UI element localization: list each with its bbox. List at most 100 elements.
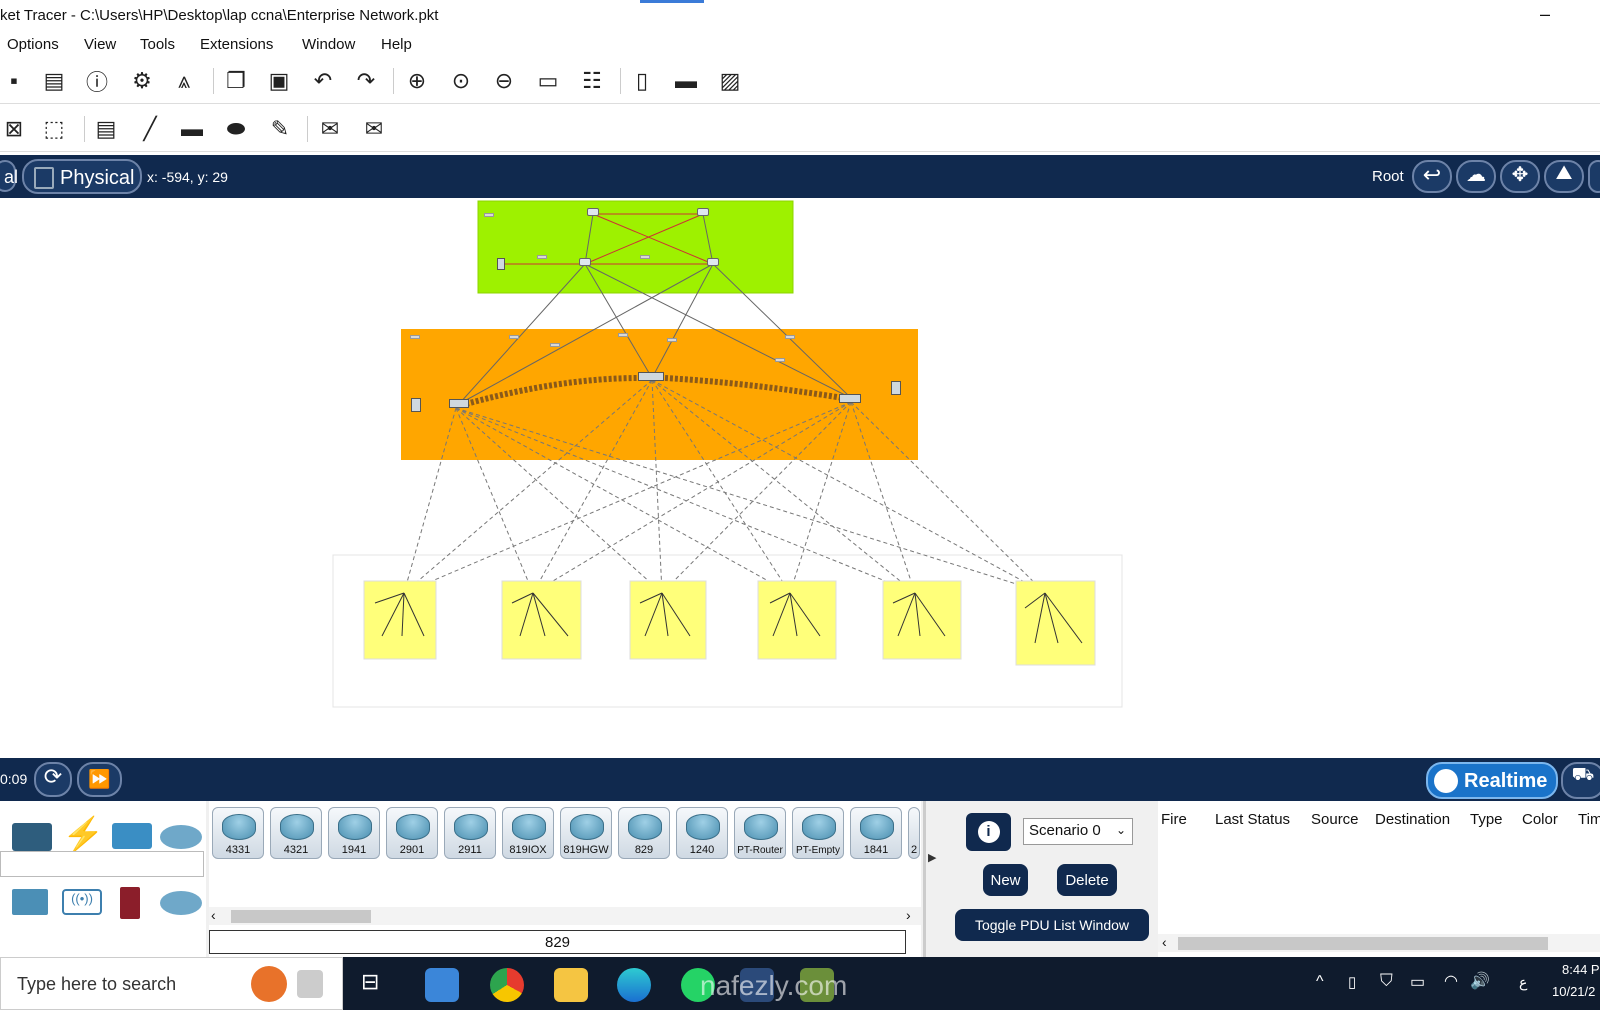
- wan-cloud-icon[interactable]: [160, 891, 202, 915]
- taskbar-search-box[interactable]: Type here to search: [0, 957, 343, 1010]
- pdu-col-source[interactable]: Source: [1311, 811, 1359, 828]
- edge-icon[interactable]: [617, 968, 651, 1002]
- zoom-out-icon[interactable]: ⊖: [490, 67, 518, 95]
- new-scenario-button[interactable]: New: [983, 864, 1028, 896]
- info-icon[interactable]: ⓘ: [83, 67, 111, 95]
- line-icon[interactable]: ╱: [136, 115, 164, 143]
- core-server[interactable]: [497, 258, 505, 270]
- store-icon[interactable]: [425, 968, 459, 1002]
- wireless-icon[interactable]: ((•)): [62, 889, 102, 915]
- pdu-col-color[interactable]: Color: [1522, 811, 1558, 828]
- toggle-pdu-list-button[interactable]: Toggle PDU List Window: [955, 909, 1149, 941]
- device-pt-router[interactable]: PT-Router: [734, 807, 786, 859]
- power-cycle-icon[interactable]: ⟳: [34, 762, 72, 797]
- delete-scenario-button[interactable]: Delete: [1057, 864, 1117, 896]
- device-1240[interactable]: 1240: [676, 807, 728, 859]
- chrome-icon[interactable]: [490, 968, 524, 1002]
- panel-divider[interactable]: [923, 801, 926, 957]
- image-icon[interactable]: ▨: [716, 67, 744, 95]
- device-1841[interactable]: 1841: [850, 807, 902, 859]
- scroll-left-icon[interactable]: ‹: [211, 907, 216, 923]
- zoom-reset-icon[interactable]: ⊙: [447, 67, 475, 95]
- activity-wizard-icon[interactable]: ⩓: [170, 67, 198, 95]
- pdu-col-fire[interactable]: Fire: [1161, 811, 1187, 828]
- pdu-col-destination[interactable]: Destination: [1375, 811, 1450, 828]
- add-complex-pdu-icon[interactable]: ✉: [360, 115, 388, 143]
- cluster-icon[interactable]: ☁: [1456, 160, 1496, 193]
- device-829[interactable]: 829: [618, 807, 670, 859]
- zoom-in-icon[interactable]: ⊕: [403, 67, 431, 95]
- scroll-thumb[interactable]: [231, 910, 371, 923]
- core-switch[interactable]: [707, 258, 719, 266]
- viewport-toggle[interactable]: [1588, 160, 1600, 193]
- taskbar-time[interactable]: 8:44 P: [1562, 962, 1600, 977]
- realtime-tab[interactable]: Realtime: [1426, 762, 1558, 799]
- device-list-scrollbar[interactable]: ‹ ›: [209, 907, 921, 925]
- file-explorer-icon[interactable]: [554, 968, 588, 1002]
- tray-chevron-icon[interactable]: ^: [1316, 973, 1324, 991]
- device-4331[interactable]: 4331: [212, 807, 264, 859]
- switch-icon[interactable]: [12, 889, 48, 915]
- language-indicator[interactable]: ع: [1519, 974, 1527, 991]
- palette-icon[interactable]: ☷: [578, 67, 606, 95]
- viewport-icon[interactable]: ▬: [672, 67, 700, 95]
- scroll-left-icon[interactable]: ‹: [1162, 934, 1167, 950]
- device-819iox[interactable]: 819IOX: [502, 807, 554, 859]
- rectangle-icon[interactable]: ▬: [178, 115, 206, 143]
- device-2901[interactable]: 2901: [386, 807, 438, 859]
- core-switch[interactable]: [579, 258, 591, 266]
- tray-volume-icon[interactable]: 🔊: [1470, 971, 1490, 991]
- core-router[interactable]: [697, 208, 709, 216]
- device-partial[interactable]: 2: [908, 807, 920, 859]
- freeform-icon[interactable]: ✎: [266, 115, 294, 143]
- logical-tab[interactable]: al: [0, 160, 18, 192]
- background-image-icon[interactable]: ⛰: [1544, 160, 1584, 193]
- device-2911[interactable]: 2911: [444, 807, 496, 859]
- network-devices-icon[interactable]: [12, 823, 52, 851]
- device-819hgw[interactable]: 819HGW: [560, 807, 612, 859]
- move-icon[interactable]: ✥: [1500, 160, 1540, 193]
- note-icon[interactable]: ▤: [92, 115, 120, 143]
- delete-icon[interactable]: ⊠: [0, 115, 28, 143]
- pdu-col-type[interactable]: Type: [1470, 811, 1503, 828]
- menu-tools[interactable]: Tools: [140, 36, 175, 53]
- physical-tab[interactable]: Physical: [22, 159, 142, 194]
- undo-icon[interactable]: ↶: [309, 67, 337, 95]
- tray-device-icon[interactable]: ▯: [1348, 973, 1356, 991]
- menu-view[interactable]: View: [84, 36, 116, 53]
- taskbar-date[interactable]: 10/21/2: [1552, 984, 1595, 999]
- device-1941[interactable]: 1941: [328, 807, 380, 859]
- scenario-select[interactable]: Scenario 0 ⌄: [1023, 818, 1133, 845]
- distribution-switch[interactable]: [449, 399, 469, 408]
- add-simple-pdu-icon[interactable]: ✉: [316, 115, 344, 143]
- fast-forward-icon[interactable]: ⏩: [77, 762, 122, 797]
- scroll-right-icon[interactable]: ›: [906, 907, 911, 923]
- pdu-col-last-status[interactable]: Last Status: [1215, 811, 1290, 828]
- device-pt-empty[interactable]: PT-Empty: [792, 807, 844, 859]
- save-icon[interactable]: ▪: [0, 67, 28, 95]
- custom-device-icon[interactable]: ▯: [628, 67, 656, 95]
- pdu-scrollbar[interactable]: ‹: [1158, 934, 1600, 952]
- security-icon[interactable]: [120, 887, 140, 919]
- redo-icon[interactable]: ↷: [352, 67, 380, 95]
- tray-battery-icon[interactable]: ▭: [1410, 972, 1425, 992]
- core-router[interactable]: [587, 208, 599, 216]
- device-search-box[interactable]: [0, 851, 204, 877]
- print-icon[interactable]: ▤: [40, 67, 68, 95]
- menu-options[interactable]: Options: [7, 36, 59, 53]
- panel-collapse-icon[interactable]: ▶: [928, 851, 936, 864]
- workspace-canvas[interactable]: [0, 198, 1600, 758]
- tray-wifi-icon[interactable]: ◠: [1444, 971, 1458, 991]
- simulation-tab[interactable]: ⛟: [1561, 762, 1600, 799]
- menu-window[interactable]: Window: [302, 36, 355, 53]
- distribution-server[interactable]: [411, 398, 421, 412]
- components-icon[interactable]: [112, 823, 152, 849]
- distribution-switch[interactable]: [638, 372, 664, 381]
- scroll-thumb[interactable]: [1178, 937, 1548, 950]
- scenario-info-button[interactable]: i: [966, 813, 1011, 851]
- pdu-col-time[interactable]: Tim: [1578, 811, 1600, 828]
- device-4321[interactable]: 4321: [270, 807, 322, 859]
- ellipse-icon[interactable]: ⬬: [222, 115, 250, 143]
- cloud-icon[interactable]: [160, 825, 202, 849]
- menu-extensions[interactable]: Extensions: [200, 36, 273, 53]
